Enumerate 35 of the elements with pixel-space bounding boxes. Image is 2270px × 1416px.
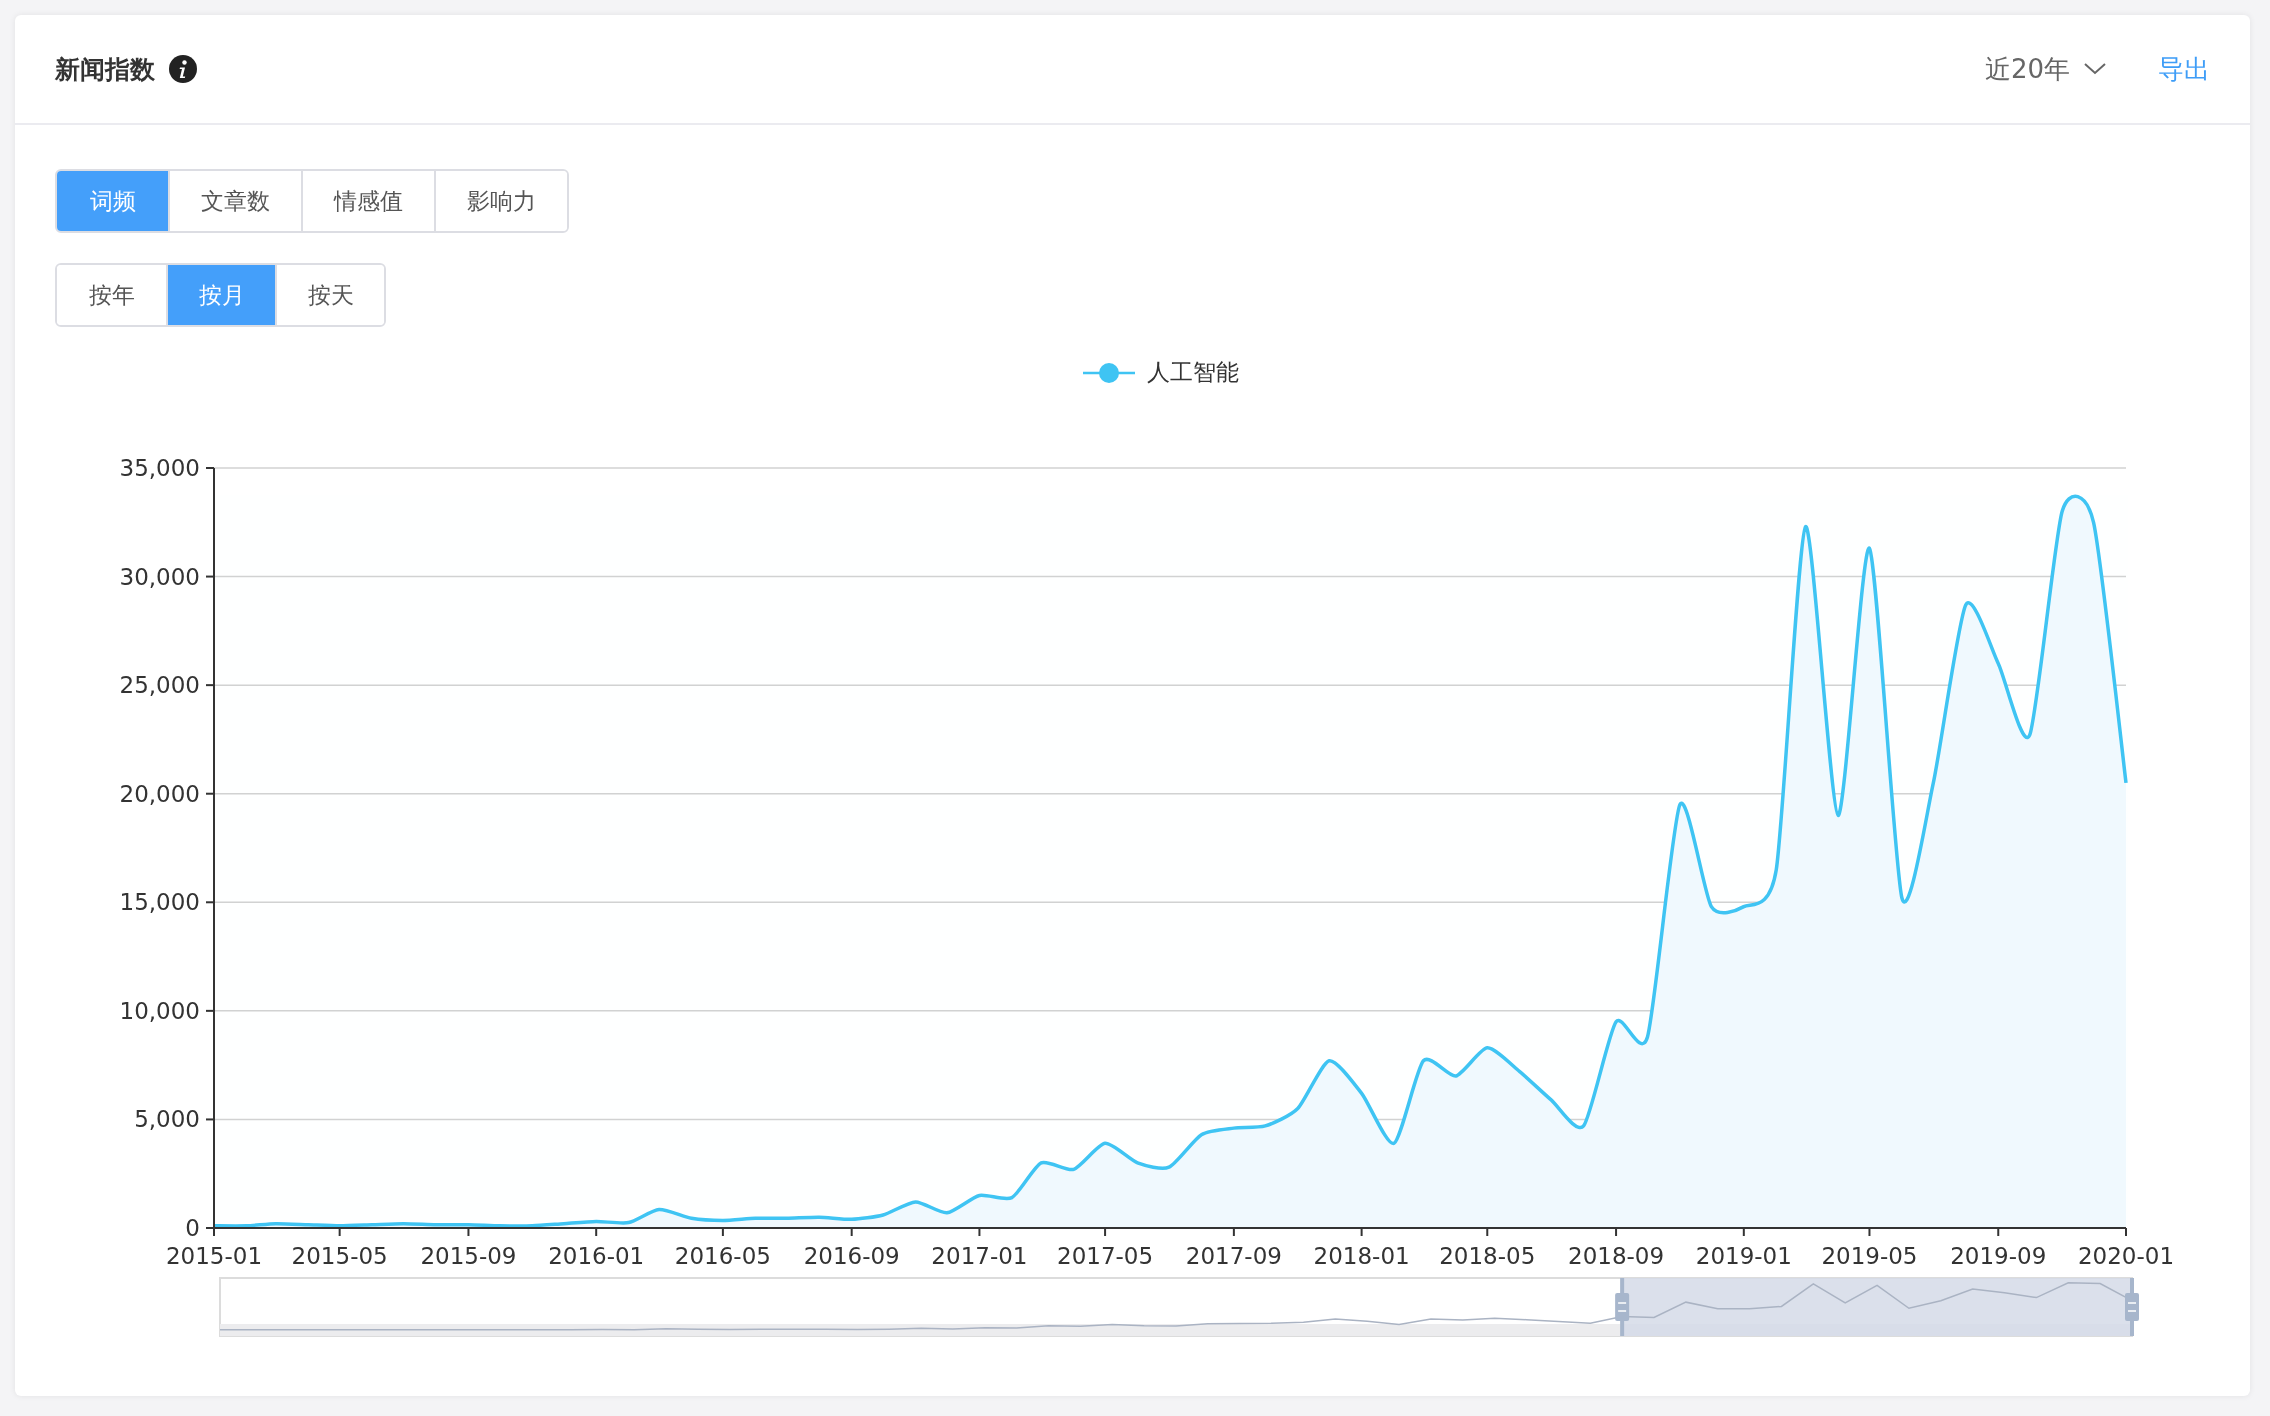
y-axis-label: 25,000 [119, 672, 200, 699]
x-axis-label: 2019-05 [1821, 1243, 1918, 1269]
x-axis-label: 2015-09 [420, 1243, 517, 1269]
x-axis-label: 2018-01 [1313, 1243, 1410, 1269]
granularity-tab[interactable]: 按天 [275, 265, 384, 325]
x-axis-label: 2020-01 [2077, 1243, 2175, 1269]
chevron-down-icon [2084, 63, 2106, 75]
legend-label: 人工智能 [1146, 358, 1239, 387]
y-axis-label: 0 [185, 1215, 200, 1241]
legend-marker-icon [1082, 360, 1135, 385]
slider-handle-icon[interactable] [2125, 1278, 2139, 1336]
panel-title: 新闻指数 [55, 53, 155, 86]
x-axis-label: 2018-09 [1568, 1243, 1665, 1269]
y-axis-label: 5,000 [134, 1106, 200, 1133]
info-icon[interactable] [169, 55, 197, 83]
x-axis-label: 2017-09 [1185, 1243, 1282, 1269]
x-axis-label: 2015-05 [291, 1243, 388, 1269]
y-axis-label: 20,000 [119, 780, 200, 807]
x-axis-label: 2017-01 [931, 1243, 1028, 1269]
range-dropdown[interactable]: 近20年 [1984, 51, 2106, 87]
x-axis-label: 2019-01 [1695, 1243, 1792, 1269]
zoom-selection[interactable] [1622, 1278, 2132, 1336]
x-axis-label: 2019-09 [1950, 1243, 2047, 1269]
y-axis-label: 10,000 [119, 997, 200, 1024]
x-axis-label: 2016-05 [674, 1243, 771, 1269]
y-axis-label: 30,000 [119, 563, 200, 590]
x-axis-label: 2015-01 [165, 1243, 263, 1269]
x-axis-label: 2016-09 [803, 1243, 900, 1269]
x-axis-label: 2018-05 [1439, 1243, 1536, 1269]
slider-handle-icon[interactable] [1615, 1278, 1630, 1336]
metric-tab[interactable]: 影响力 [434, 171, 567, 231]
x-axis-label: 2017-05 [1057, 1243, 1154, 1269]
y-axis-label: 15,000 [119, 889, 200, 916]
x-axis-label: 2016-01 [548, 1243, 645, 1269]
y-axis-label: 35,000 [119, 455, 200, 481]
